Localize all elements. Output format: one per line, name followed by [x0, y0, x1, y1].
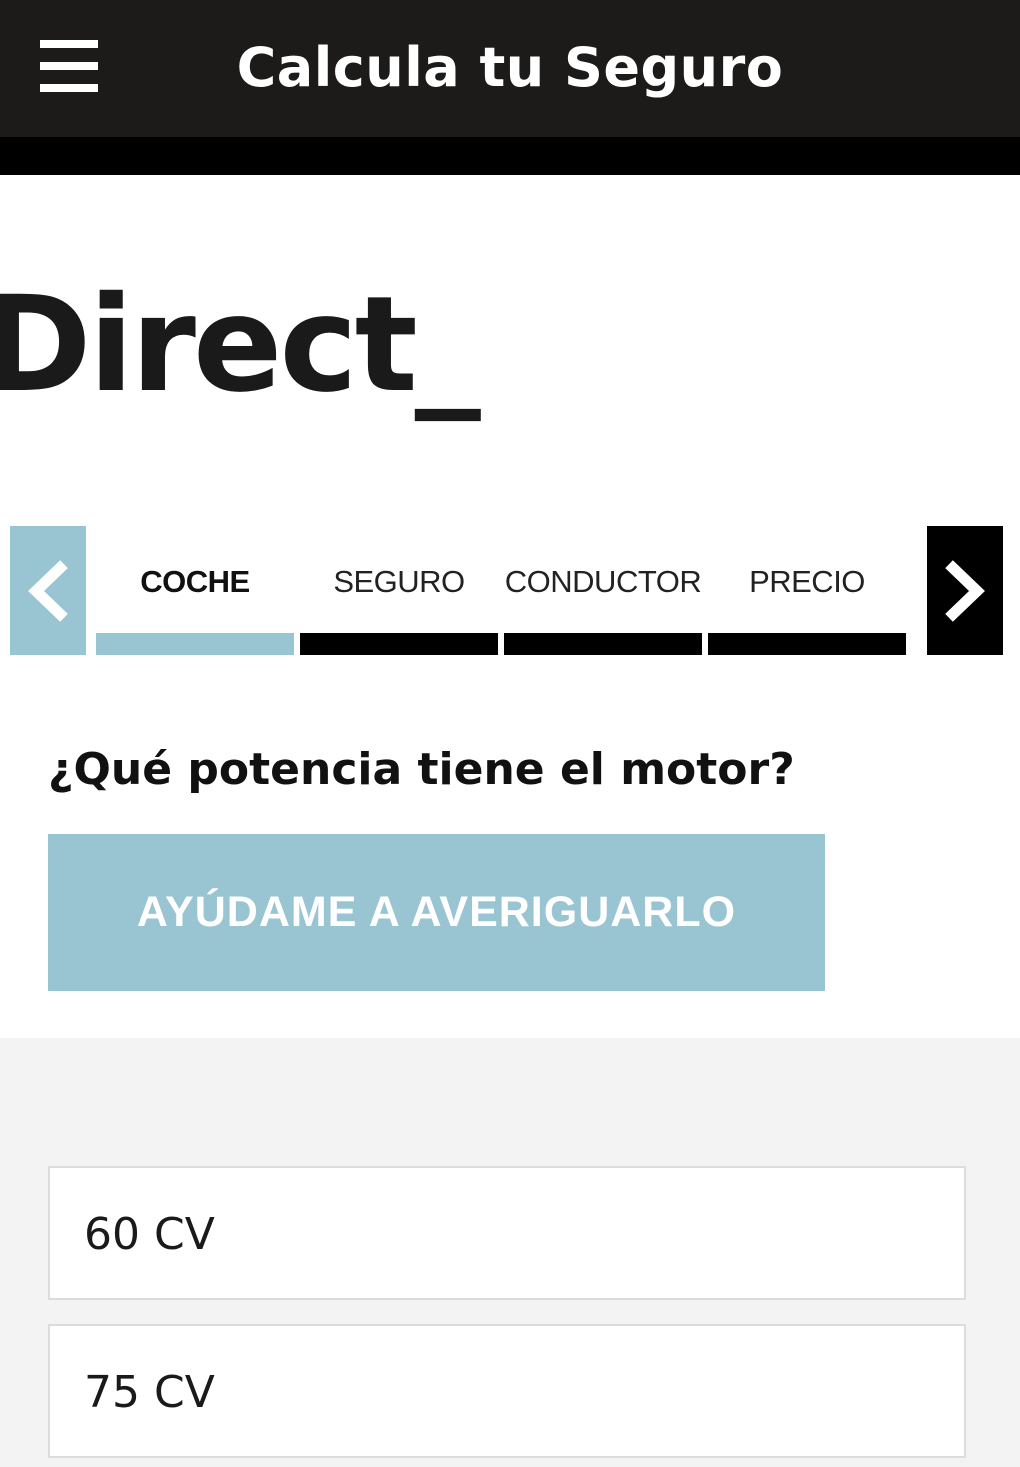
option-label: 60 CV	[84, 1209, 215, 1260]
brand-logo: Direct_	[0, 268, 481, 422]
step-progress-bar-seguro	[300, 633, 498, 655]
step-precio[interactable]: PRECIO	[708, 526, 906, 655]
step-progress-bar-conductor	[504, 633, 702, 655]
option-label: 75 CV	[84, 1367, 215, 1418]
step-label-coche: COCHE	[140, 564, 250, 599]
progress-stepper: COCHE SEGURO CONDUCTOR PRECIO	[0, 526, 1020, 658]
step-label-precio: PRECIO	[749, 564, 865, 599]
step-progress-bar-coche	[96, 633, 294, 655]
step-coche[interactable]: COCHE	[96, 526, 294, 655]
next-step-button[interactable]	[927, 526, 1003, 655]
chevron-left-icon	[28, 560, 68, 622]
page-title: Calcula tu Seguro	[236, 36, 784, 99]
option-60cv[interactable]: 60 CV	[48, 1166, 966, 1300]
step-conductor[interactable]: CONDUCTOR	[504, 526, 702, 655]
previous-step-button[interactable]	[10, 526, 86, 655]
step-label-conductor: CONDUCTOR	[504, 564, 702, 599]
brand-logo-text: Direct_	[0, 268, 481, 422]
app-header: Calcula tu Seguro	[0, 0, 1020, 137]
chevron-right-icon	[945, 560, 985, 622]
header-strip	[0, 137, 1020, 175]
step-label-seguro: SEGURO	[333, 564, 465, 599]
step-progress-bar-precio	[708, 633, 906, 655]
help-me-find-out-button[interactable]: AYÚDAME A AVERIGUARLO	[48, 834, 825, 991]
option-75cv[interactable]: 75 CV	[48, 1324, 966, 1458]
options-panel: 60 CV 75 CV	[0, 1038, 1020, 1467]
question-heading: ¿Qué potencia tiene el motor?	[48, 744, 795, 795]
step-seguro[interactable]: SEGURO	[300, 526, 498, 655]
